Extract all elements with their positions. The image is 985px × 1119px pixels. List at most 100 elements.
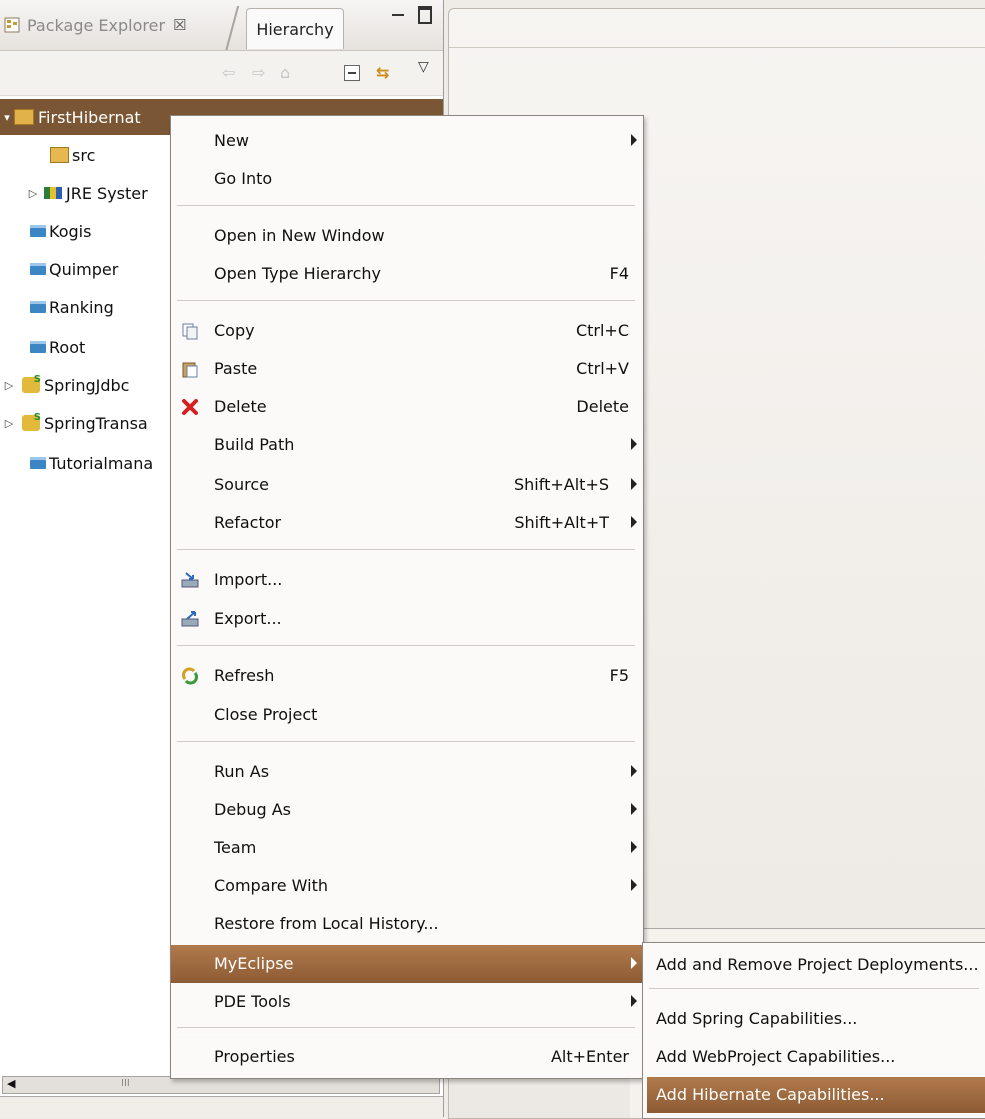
menu-item-pde-tools[interactable]: PDE Tools <box>171 983 643 1021</box>
menu-item-shortcut: Ctrl+V <box>576 359 629 378</box>
menu-item-close-project[interactable]: Close Project <box>171 696 643 734</box>
editor-divider <box>449 47 985 48</box>
tree-item-kogis[interactable]: Kogis <box>30 213 91 249</box>
menu-item-shortcut: F5 <box>609 666 629 685</box>
tab-package-explorer[interactable]: Package Explorer ☒ <box>4 6 228 44</box>
menu-item-label: Source <box>214 475 269 494</box>
menu-item-label: PDE Tools <box>214 992 291 1011</box>
menu-item-label: Import... <box>214 570 283 589</box>
tree-item-label: Tutorialmana <box>49 453 154 473</box>
submenu-item-add-hibernate[interactable]: Add Hibernate Capabilities... <box>647 1077 985 1113</box>
menu-item-myeclipse[interactable]: MyEclipse <box>171 945 643 983</box>
tab-hierarchy[interactable]: Hierarchy <box>246 8 344 49</box>
export-icon <box>181 610 199 628</box>
scroll-left-icon[interactable]: ◀ <box>7 1077 15 1090</box>
menu-separator <box>177 1027 635 1028</box>
menu-item-restore-from-local-history[interactable]: Restore from Local History... <box>171 905 643 943</box>
submenu-item-add-webproject[interactable]: Add WebProject Capabilities... <box>643 1039 985 1075</box>
tree-item-springtransaction[interactable]: ▷ SpringTransa <box>2 405 148 441</box>
collapse-arrow-icon[interactable]: ▾ <box>0 111 14 124</box>
source-folder-icon <box>50 147 69 163</box>
tree-item-label: FirstHibernat <box>38 107 141 127</box>
tree-item-label: SpringTransa <box>44 413 148 433</box>
menu-item-shortcut: Alt+Enter <box>550 1047 629 1066</box>
paste-icon <box>181 360 199 378</box>
submenu-arrow-icon <box>631 438 637 450</box>
menu-item-debug-as[interactable]: Debug As <box>171 791 643 829</box>
menu-item-delete[interactable]: Delete Delete <box>171 388 643 426</box>
expand-arrow-icon[interactable]: ▷ <box>2 417 16 430</box>
menu-item-build-path[interactable]: Build Path <box>171 426 643 464</box>
myeclipse-submenu: Add and Remove Project Deployments... Ad… <box>642 942 985 1119</box>
tree-item-label: Root <box>49 337 86 357</box>
menu-item-label: Run As <box>214 762 270 781</box>
menu-item-compare-with[interactable]: Compare With <box>171 867 643 905</box>
menu-item-new[interactable]: New <box>171 122 643 160</box>
link-with-editor-icon[interactable]: ⇆ <box>376 63 389 82</box>
menu-item-run-as[interactable]: Run As <box>171 753 643 791</box>
expand-arrow-icon[interactable]: ▷ <box>2 379 16 392</box>
menu-item-label: Team <box>214 838 257 857</box>
menu-item-label: Refactor <box>214 513 282 532</box>
folder-icon <box>30 225 46 237</box>
context-menu: New Go Into Open in New Window Open Type… <box>170 115 644 1041</box>
bottom-view-tabbar <box>0 1096 443 1118</box>
submenu-item-label: Add and Remove Project Deployments... <box>656 955 979 974</box>
menu-item-export[interactable]: Export... <box>171 600 643 638</box>
tree-item-label: src <box>72 145 96 165</box>
tree-item-src[interactable]: src <box>50 137 95 173</box>
minimize-icon[interactable] <box>392 8 404 16</box>
tree-item-label: Ranking <box>49 297 114 317</box>
menu-item-label: Go Into <box>214 169 273 188</box>
menu-item-go-into[interactable]: Go Into <box>171 160 643 198</box>
library-icon <box>44 187 62 199</box>
delete-icon <box>181 398 199 416</box>
menu-item-source[interactable]: Source Shift+Alt+S <box>171 466 643 504</box>
menu-separator <box>177 205 635 206</box>
forward-icon[interactable]: ⇨ <box>252 63 265 82</box>
scroll-grip[interactable]: III <box>121 1078 130 1089</box>
menu-item-label: MyEclipse <box>214 954 294 973</box>
expand-arrow-icon[interactable]: ▷ <box>26 187 40 200</box>
spring-project-icon <box>22 412 41 431</box>
menu-item-refresh[interactable]: Refresh F5 <box>171 657 643 695</box>
tree-item-root[interactable]: Root <box>30 329 85 365</box>
maximize-icon[interactable] <box>418 6 432 24</box>
menu-item-label: Debug As <box>214 800 291 819</box>
menu-item-label: Refresh <box>214 666 275 685</box>
view-tab-bar: Package Explorer ☒ Hierarchy <box>0 0 443 51</box>
tree-item-quimper[interactable]: Quimper <box>30 251 118 287</box>
refresh-icon <box>181 667 199 685</box>
submenu-item-add-spring[interactable]: Add Spring Capabilities... <box>643 1001 985 1037</box>
menu-item-properties[interactable]: Properties Alt+Enter <box>170 1038 644 1079</box>
back-icon[interactable]: ⇦ <box>222 63 235 82</box>
menu-item-team[interactable]: Team <box>171 829 643 867</box>
menu-item-refactor[interactable]: Refactor Shift+Alt+T <box>171 504 643 542</box>
tree-item-ranking[interactable]: Ranking <box>30 289 114 325</box>
menu-item-open-type-hierarchy[interactable]: Open Type Hierarchy F4 <box>171 255 643 293</box>
collapse-all-icon[interactable] <box>344 65 360 81</box>
menu-item-label: Compare With <box>214 876 328 895</box>
tree-item-springjdbc[interactable]: ▷ SpringJdbc <box>2 367 130 403</box>
menu-item-shortcut: Shift+Alt+S <box>514 475 609 494</box>
tree-item-jre-system[interactable]: ▷ JRE Syster <box>26 175 148 211</box>
close-icon[interactable]: ☒ <box>173 16 186 34</box>
menu-item-label: Build Path <box>214 435 295 454</box>
menu-item-import[interactable]: Import... <box>171 561 643 599</box>
tree-item-tutorialmanager[interactable]: Tutorialmana <box>30 445 153 481</box>
view-menu-icon[interactable]: ▽ <box>418 59 429 75</box>
tab-hierarchy-label: Hierarchy <box>256 19 334 39</box>
menu-item-label: Paste <box>214 359 258 378</box>
submenu-arrow-icon <box>631 478 637 490</box>
menu-item-shortcut: Ctrl+C <box>575 321 629 340</box>
menu-item-label: New <box>214 131 249 150</box>
submenu-item-add-remove-deployments[interactable]: Add and Remove Project Deployments... <box>643 947 985 983</box>
menu-item-copy[interactable]: Copy Ctrl+C <box>171 312 643 350</box>
folder-icon <box>30 341 46 353</box>
menu-item-paste[interactable]: Paste Ctrl+V <box>171 350 643 388</box>
home-icon[interactable]: ⌂ <box>280 63 290 82</box>
menu-item-label: Copy <box>214 321 255 340</box>
menu-item-shortcut: Shift+Alt+T <box>514 513 609 532</box>
submenu-item-label: Add WebProject Capabilities... <box>656 1047 896 1066</box>
menu-item-open-in-new-window[interactable]: Open in New Window <box>171 217 643 255</box>
